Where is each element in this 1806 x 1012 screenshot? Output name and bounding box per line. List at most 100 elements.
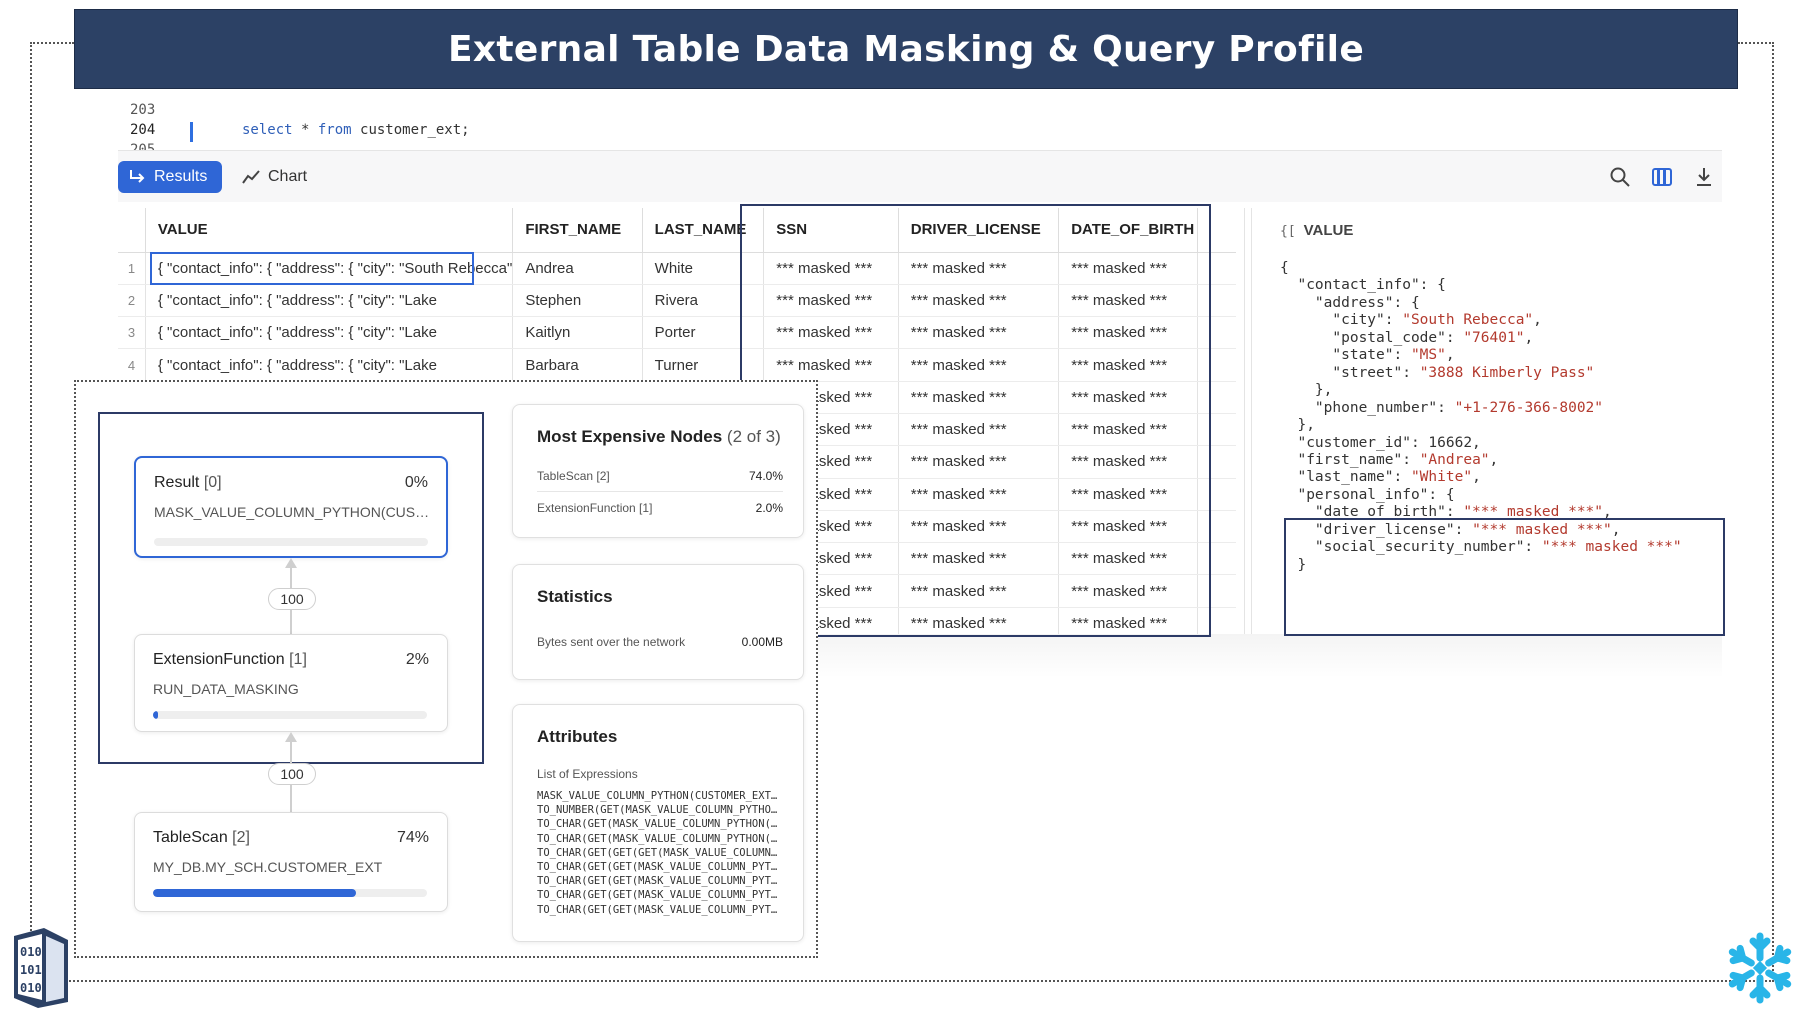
column-header-row-number bbox=[118, 208, 146, 253]
json-line: }, bbox=[1280, 382, 1333, 399]
json-line: "first_name": "Andrea", bbox=[1280, 451, 1499, 468]
line-number: 204 bbox=[130, 122, 156, 138]
card-title: Statistics bbox=[537, 587, 613, 606]
frame-top-right-segment bbox=[1738, 42, 1774, 44]
node-name: Result [0] bbox=[154, 474, 222, 491]
json-line: "address": { bbox=[1280, 294, 1420, 311]
line-number: 205 bbox=[130, 142, 156, 150]
expression-item: TO_CHAR(GET(GET(GET(MASK_VALUE_COLUMN_PY… bbox=[537, 846, 783, 859]
cell-first-name[interactable]: Barbara bbox=[512, 348, 643, 382]
line-chart-icon bbox=[242, 170, 260, 184]
cell-first-name[interactable]: Kaitlyn bbox=[512, 316, 643, 350]
code-table-name: customer_ext; bbox=[351, 122, 470, 138]
chart-tab-label: Chart bbox=[268, 168, 308, 185]
node-percent: 0% bbox=[404, 474, 428, 491]
results-tab-label: Results bbox=[154, 168, 208, 185]
json-line: "contact_info": { bbox=[1280, 277, 1446, 294]
row-number: 4 bbox=[118, 348, 146, 382]
expensive-node-row[interactable]: ExtensionFunction [1] 2.0% bbox=[537, 501, 783, 515]
expression-item: TO_NUMBER(GET(MASK_VALUE_COLUMN_PYTHON(C… bbox=[537, 804, 783, 817]
profile-node-table-scan[interactable]: TableScan [2] 74% MY_DB.MY_SCH.CUSTOMER_… bbox=[134, 812, 448, 912]
most-expensive-nodes-card: Most Expensive Nodes (2 of 3) TableScan … bbox=[512, 404, 804, 538]
sql-statement[interactable]: select * from customer_ext; bbox=[242, 122, 470, 138]
node-detail: MASK_VALUE_COLUMN_PYTHON(CUSTOMER_EXT.VA… bbox=[154, 504, 434, 520]
json-line: "postal_code": "76401", bbox=[1280, 329, 1534, 346]
cell-value[interactable]: { "contact_info": { "address": { "city":… bbox=[145, 348, 514, 382]
current-line-marker bbox=[190, 122, 193, 142]
code-select-list: * bbox=[292, 122, 318, 138]
edge-row-count: 100 bbox=[268, 588, 316, 610]
results-toolbar: Results Chart bbox=[118, 150, 1722, 202]
expensive-node-row[interactable]: TableScan [2] 74.0% bbox=[537, 469, 783, 483]
snowflake-logo bbox=[1722, 930, 1798, 1011]
profile-node-extension-function[interactable]: ExtensionFunction [1] 2% RUN_DATA_MASKIN… bbox=[134, 634, 448, 732]
card-title: Attributes bbox=[537, 727, 618, 746]
detail-panel-header: {[ VALUE bbox=[1280, 222, 1353, 239]
node-name: TableScan [2] bbox=[153, 829, 250, 846]
line-number: 203 bbox=[130, 102, 156, 118]
node-percent: 74% bbox=[396, 829, 429, 846]
columns-icon[interactable] bbox=[1648, 163, 1676, 191]
json-line: "street": "3888 Kimberly Pass" bbox=[1280, 364, 1595, 381]
logo-binary-row: 101 bbox=[20, 963, 42, 977]
title-banner: External Table Data Masking & Query Prof… bbox=[74, 9, 1738, 89]
edge-row-count: 100 bbox=[268, 763, 316, 785]
progress-fill bbox=[153, 711, 159, 719]
column-header-first-name[interactable]: FIRST_NAME bbox=[512, 208, 643, 253]
expression-item: TO_CHAR(GET(GET(MASK_VALUE_COLUMN_PYTHON… bbox=[537, 861, 783, 873]
node-progress-bar bbox=[153, 711, 427, 719]
json-line: { bbox=[1280, 260, 1289, 276]
node-name: ExtensionFunction [1] bbox=[153, 651, 307, 668]
expression-item: TO_CHAR(GET(GET(MASK_VALUE_COLUMN_PYTHON… bbox=[537, 889, 783, 902]
expression-item: MASK_VALUE_COLUMN_PYTHON(CUSTOMER_EXT.VA… bbox=[537, 790, 783, 802]
row-number: 2 bbox=[118, 284, 146, 318]
binary-book-logo: 010 101 010 bbox=[8, 928, 74, 1012]
logo-binary-row: 010 bbox=[20, 981, 42, 995]
column-header-value[interactable]: VALUE bbox=[145, 208, 514, 253]
json-line: "phone_number": "+1-276-366-8002" bbox=[1280, 399, 1604, 416]
json-line: "customer_id": 16662, bbox=[1280, 434, 1481, 451]
attributes-card: Attributes List of Expressions MASK_VALU… bbox=[512, 704, 804, 942]
detail-panel-title: VALUE bbox=[1303, 222, 1354, 239]
node-percent: 2% bbox=[405, 651, 429, 668]
node-detail: RUN_DATA_MASKING bbox=[153, 681, 299, 697]
card-title: Most Expensive Nodes (2 of 3) bbox=[537, 427, 781, 446]
node-detail: MY_DB.MY_SCH.CUSTOMER_EXT bbox=[153, 859, 383, 875]
cell-value[interactable]: { "contact_info": { "address": { "city":… bbox=[145, 284, 514, 318]
row-number: 3 bbox=[118, 316, 146, 350]
cell-value[interactable]: { "contact_info": { "address": { "city":… bbox=[145, 316, 514, 350]
selected-value-cell-highlight bbox=[150, 252, 474, 285]
cell-first-name[interactable]: Andrea bbox=[512, 252, 643, 285]
sql-editor[interactable]: 203 204 205 select * from customer_ext; bbox=[118, 98, 1718, 150]
cell-first-name[interactable]: Stephen bbox=[512, 284, 643, 318]
statistic-row: Bytes sent over the network 0.00MB bbox=[537, 635, 783, 649]
json-line: }, bbox=[1280, 417, 1315, 434]
row-number: 1 bbox=[118, 252, 146, 285]
slide-title: External Table Data Masking & Query Prof… bbox=[447, 28, 1365, 70]
personal-info-highlight bbox=[1284, 518, 1725, 636]
chart-tab-button[interactable]: Chart bbox=[242, 161, 307, 193]
grid-scrollbar[interactable] bbox=[1244, 208, 1252, 638]
query-profile-panel: Result [0] 0% MASK_VALUE_COLUMN_PYTHON(C… bbox=[74, 380, 818, 958]
expression-item: TO_CHAR(GET(GET(MASK_VALUE_COLUMN_PYTHON… bbox=[537, 903, 783, 916]
row-divider bbox=[537, 491, 783, 492]
expression-item: TO_CHAR(GET(GET(MASK_VALUE_COLUMN_PYTHON… bbox=[537, 875, 783, 888]
attribute-label: List of Expressions bbox=[537, 767, 638, 781]
logo-binary-row: 010 bbox=[20, 945, 42, 959]
download-icon[interactable] bbox=[1690, 163, 1718, 191]
progress-fill bbox=[153, 889, 356, 897]
statistics-card: Statistics Bytes sent over the network 0.… bbox=[512, 564, 804, 680]
results-tab-button[interactable]: Results bbox=[118, 161, 222, 193]
search-icon[interactable] bbox=[1606, 163, 1634, 191]
frame-top-left-segment bbox=[30, 42, 74, 44]
json-line: "personal_info": { bbox=[1280, 486, 1455, 503]
node-progress-bar bbox=[153, 889, 427, 897]
json-line: "last_name": "White", bbox=[1280, 469, 1481, 486]
json-line: "city": "South Rebecca", bbox=[1280, 312, 1542, 329]
json-line: "state": "MS", bbox=[1280, 347, 1455, 364]
return-arrow-icon bbox=[130, 170, 145, 183]
json-type-icon: {[ bbox=[1280, 224, 1296, 239]
keyword-select: select bbox=[242, 122, 293, 138]
profile-node-result[interactable]: Result [0] 0% MASK_VALUE_COLUMN_PYTHON(C… bbox=[134, 456, 448, 558]
node-progress-bar bbox=[154, 538, 428, 546]
